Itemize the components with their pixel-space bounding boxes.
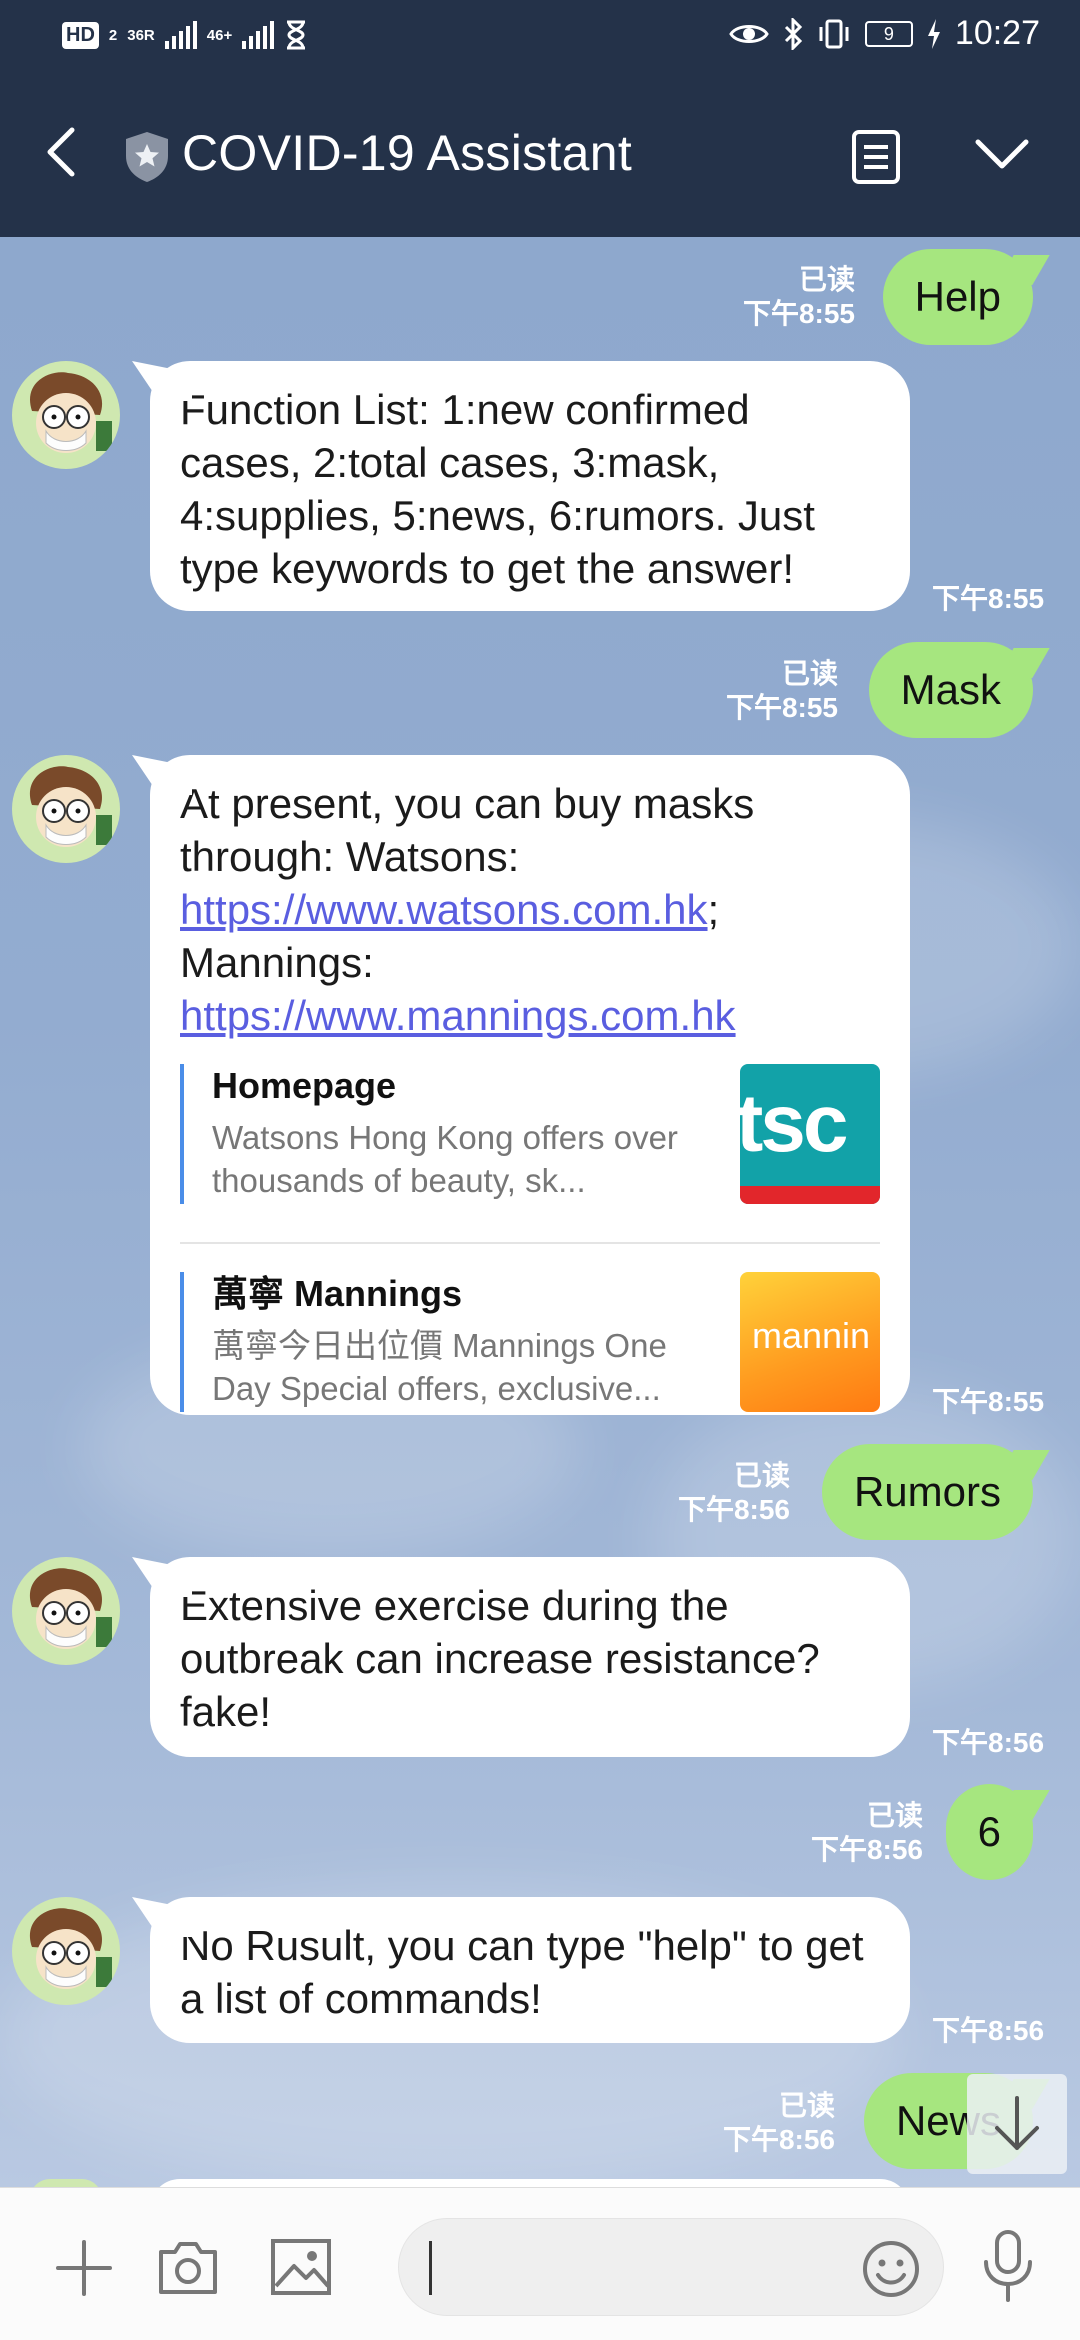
preview-title: 萬寧 Mannings: [212, 1273, 462, 1314]
input-bar: [0, 2187, 1080, 2340]
bluetooth-icon: [784, 17, 803, 50]
watsons-link[interactable]: https://www.watsons.com.hk: [180, 886, 708, 933]
arrow-down-icon: [995, 2096, 1039, 2150]
clock: 10:27: [954, 14, 1040, 52]
message-meta: 已读 下午8:56: [678, 1459, 790, 1527]
chat-header: COVID-19 Assistant: [0, 72, 1080, 237]
hd-badge: HD: [62, 21, 99, 49]
message-meta: 已读 下午8:55: [726, 657, 838, 725]
message-meta: 已读 下午8:56: [723, 2089, 835, 2157]
avatar-image: [30, 372, 112, 453]
outgoing-message[interactable]: 6: [945, 1784, 1033, 1880]
avatar-image: [30, 1568, 112, 1649]
plus-icon[interactable]: [52, 2236, 116, 2300]
message-time: 下午8:56: [932, 2015, 1045, 2046]
message-time: 下午8:56: [932, 1727, 1045, 1758]
mannings-thumbnail: mannin: [740, 1272, 880, 1412]
message-text: At present, you can buy masks through: W…: [180, 780, 755, 880]
chevron-down-icon[interactable]: [972, 134, 1032, 174]
preview-description: 萬寧今日出位價 Mannings One Day Special offers,…: [212, 1327, 667, 1407]
avatar-peek: [30, 2179, 102, 2187]
read-receipt: 已读: [733, 1460, 790, 1491]
incoming-message[interactable]: Function List: 1:new confirmed cases, 2:…: [150, 361, 910, 611]
message-time: 下午8:55: [725, 692, 838, 723]
bot-avatar[interactable]: [12, 1557, 120, 1665]
preview-accent-bar: [180, 1064, 184, 1204]
chat-area[interactable]: 已读 下午8:55 Help Function List: 1:new conf…: [0, 237, 1080, 2187]
message-meta: 已读 下午8:56: [811, 1799, 923, 1867]
message-time: 下午8:55: [932, 1386, 1045, 1417]
bot-avatar[interactable]: [12, 1897, 120, 2005]
message-input[interactable]: [398, 2218, 944, 2316]
thumbnail-text: mannin: [752, 1315, 871, 1356]
incoming-message[interactable]: Extensive exercise during the outbreak c…: [150, 1557, 910, 1757]
microphone-icon[interactable]: [978, 2228, 1038, 2304]
status-right: 9 10:27: [729, 14, 1040, 53]
mannings-link[interactable]: https://www.mannings.com.hk: [180, 992, 736, 1039]
message-text: No Rusult, you can type "help" to get a …: [180, 1922, 864, 2022]
avatar-image: [30, 1908, 112, 1989]
message-time: 下午8:55: [742, 298, 855, 329]
message-time: 下午8:56: [677, 1494, 790, 1525]
battery-icon: 9: [864, 20, 913, 47]
outgoing-message[interactable]: Rumors: [821, 1444, 1033, 1540]
thumbnail-text: tsc: [740, 1078, 849, 1169]
read-receipt: 已读: [781, 658, 838, 689]
hourglass-icon: [287, 20, 306, 50]
message-time: 下午8:55: [932, 583, 1045, 614]
message-time: 下午8:56: [810, 1834, 923, 1865]
text-cursor: [429, 2241, 432, 2295]
signal-icon: [164, 21, 197, 49]
preview-description: Watsons Hong Kong offers over thousands …: [212, 1119, 678, 1199]
watsons-thumbnail: tsc: [740, 1064, 880, 1204]
message-meta: 已读 下午8:55: [743, 263, 855, 331]
read-receipt: 已读: [778, 2090, 835, 2121]
avatar-image: [30, 766, 112, 847]
link-preview-watsons[interactable]: Homepage Watsons Hong Kong offers over t…: [180, 1064, 880, 1204]
outgoing-message[interactable]: Help: [882, 249, 1033, 345]
sim-indicator: 2: [108, 26, 118, 44]
vibrate-icon: [819, 19, 849, 48]
link-preview-mannings[interactable]: 萬寧 Mannings 萬寧今日出位價 Mannings One Day Spe…: [180, 1272, 880, 1412]
next-message-peek: [150, 2179, 910, 2187]
back-icon[interactable]: [38, 122, 86, 182]
camera-icon[interactable]: [155, 2236, 221, 2298]
message-time: 下午8:56: [722, 2124, 835, 2155]
incoming-message[interactable]: At present, you can buy masks through: W…: [150, 755, 910, 1415]
shield-icon: [126, 132, 168, 182]
charging-icon: [927, 18, 940, 49]
preview-title: Homepage: [212, 1065, 397, 1106]
read-receipt: 已读: [798, 264, 855, 295]
status-bar: HD 2 36R 46+ 9 10:27: [0, 0, 1080, 72]
scroll-to-bottom-button[interactable]: [967, 2074, 1067, 2174]
outgoing-message[interactable]: Mask: [868, 642, 1033, 738]
network-type-2: 46+: [206, 26, 233, 44]
preview-divider: [180, 1242, 880, 1244]
read-receipt: 已读: [866, 1800, 923, 1831]
bot-avatar[interactable]: [12, 361, 120, 469]
message-text: Function List: 1:new confirmed cases, 2:…: [180, 386, 815, 592]
eye-icon: [729, 24, 769, 43]
network-type-1: 36R: [127, 26, 155, 44]
emoji-icon[interactable]: [861, 2239, 921, 2299]
incoming-message[interactable]: No Rusult, you can type "help" to get a …: [150, 1897, 910, 2043]
message-text: Extensive exercise during the outbreak c…: [180, 1582, 820, 1735]
chat-title: COVID-19 Assistant: [182, 125, 633, 181]
notes-icon[interactable]: [850, 128, 902, 186]
signal-icon: [242, 21, 275, 49]
status-left: HD 2 36R 46+: [62, 20, 308, 50]
preview-accent-bar: [180, 1272, 184, 1412]
bot-avatar[interactable]: [12, 755, 120, 863]
image-icon[interactable]: [268, 2236, 334, 2298]
